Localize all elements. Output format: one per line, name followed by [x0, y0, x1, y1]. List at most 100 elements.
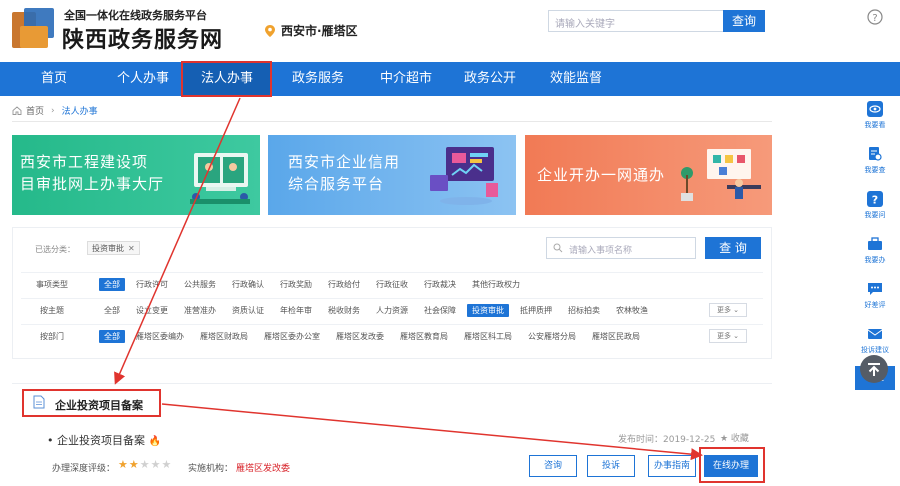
selected-category-tag[interactable]: 投资审批 ✕	[87, 241, 140, 255]
rating-stars: ★★★★★	[118, 458, 172, 471]
filter-option[interactable]: 抵押质押	[515, 304, 557, 317]
location-selector[interactable]: 西安市·雁塔区	[265, 22, 358, 39]
nav-gov-affairs[interactable]: 政务公开	[452, 62, 528, 96]
document-icon	[33, 395, 45, 409]
filter-option[interactable]: 雁塔区科工局	[459, 330, 517, 343]
banner-business-startup[interactable]: 企业开办一网通办	[525, 135, 772, 215]
breadcrumb: 首页 › 法人办事	[12, 104, 98, 117]
sidebar-query[interactable]: 我要查	[855, 146, 895, 186]
sidebar-label: 我要看	[864, 121, 886, 129]
item-search-button[interactable]: 查 询	[705, 237, 761, 259]
filter-option[interactable]: 行政裁决	[419, 278, 461, 291]
consult-button[interactable]: 咨询	[529, 455, 577, 477]
complaint-button[interactable]: 投诉	[587, 455, 635, 477]
site-search-input[interactable]: 请输入关键字	[548, 10, 724, 32]
filter-option[interactable]: 全部	[99, 330, 125, 343]
star-empty-icon: ★	[150, 458, 162, 471]
site-header: 全国一体化在线政务服务平台 陕西政务服务网 西安市·雁塔区 请输入关键字 查询 …	[0, 0, 900, 62]
hot-flame-icon: 🔥	[148, 436, 161, 447]
filter-option[interactable]: 全部	[99, 304, 125, 317]
more-dropdown[interactable]: 更多 ⌄	[709, 329, 747, 343]
sidebar-label: 我要问	[864, 211, 886, 219]
filter-option[interactable]: 农林牧渔	[611, 304, 653, 317]
nav-personal[interactable]: 个人办事	[105, 62, 181, 96]
location-pin-icon	[265, 24, 275, 37]
filter-option[interactable]: 投资审批	[467, 304, 509, 317]
comment-icon	[868, 283, 882, 295]
filter-option[interactable]: 公共服务	[179, 278, 221, 291]
back-to-top-button[interactable]	[860, 355, 888, 383]
filter-option[interactable]: 行政给付	[323, 278, 365, 291]
selected-tag-label: 投资审批	[92, 244, 124, 253]
star-empty-icon: ★	[139, 458, 151, 471]
office-illustration-icon	[681, 149, 761, 201]
remove-tag-icon[interactable]: ✕	[128, 244, 135, 253]
filter-option[interactable]: 人力资源	[371, 304, 413, 317]
filter-option[interactable]: 年检年审	[275, 304, 317, 317]
nav-home[interactable]: 首页	[18, 62, 90, 96]
filter-option[interactable]: 雁塔区财政局	[195, 330, 253, 343]
filter-option[interactable]: 全部	[99, 278, 125, 291]
nav-supervision[interactable]: 效能监督	[538, 62, 614, 96]
document-search-icon	[869, 147, 882, 161]
service-item-title[interactable]: • 企业投资项目备案 🔥	[47, 432, 161, 448]
filter-option[interactable]: 雁塔区委编办	[131, 330, 189, 343]
home-icon	[12, 106, 22, 115]
filter-option[interactable]: 招标拍卖	[563, 304, 605, 317]
sidebar-handle[interactable]: 我要办	[855, 236, 895, 276]
svg-text:?: ?	[872, 13, 877, 24]
sidebar-rating[interactable]: 好差评	[855, 281, 895, 321]
more-dropdown[interactable]: 更多 ⌄	[709, 303, 747, 317]
filter-option[interactable]: 行政确认	[227, 278, 269, 291]
filter-option[interactable]: 其他行政权力	[467, 278, 525, 291]
banner-credit-platform[interactable]: 西安市企业信用 综合服务平台	[268, 135, 516, 215]
org-value[interactable]: 雁塔区发改委	[236, 461, 290, 474]
filter-option[interactable]: 行政奖励	[275, 278, 317, 291]
briefcase-icon	[868, 237, 882, 250]
site-search-button[interactable]: 查询	[723, 10, 765, 32]
site-logo[interactable]	[12, 8, 56, 50]
filter-option[interactable]: 雁塔区民政局	[587, 330, 645, 343]
sidebar-label: 投诉建议	[861, 346, 889, 354]
location-label: 西安市·雁塔区	[281, 24, 358, 38]
filter-option[interactable]: 行政许可	[131, 278, 173, 291]
sidebar-label: 我要办	[864, 256, 886, 264]
help-icon[interactable]: ?	[867, 9, 883, 25]
banner-engineering-approval[interactable]: 西安市工程建设项 目审批网上办事大厅	[12, 135, 260, 215]
filter-option[interactable]: 公安雁塔分局	[523, 330, 581, 343]
main-nav: 首页 个人办事 法人办事 政务服务 中介超市 政务公开 效能监督	[0, 62, 900, 96]
banner-orange-text: 企业开办一网通办	[537, 166, 666, 184]
star-filled-icon: ★	[128, 458, 140, 471]
divider	[12, 121, 772, 122]
filter-options: 全部 设立变更 准营准办 资质认证 年检年审 税收财务 人力资源 社会保障 投资审批 抵押质押 招标…	[99, 304, 659, 317]
filter-row-type: 事项类型 全部 行政许可 公共服务 行政确认 行政奖励 行政给付 行政征收 行政裁决 其他行政权…	[21, 272, 763, 296]
filter-option[interactable]: 准营准办	[179, 304, 221, 317]
filter-option[interactable]: 行政征收	[371, 278, 413, 291]
favorite-button[interactable]: ★ 收藏	[720, 431, 749, 444]
service-guide-button[interactable]: 办事指南	[648, 455, 696, 477]
site-title[interactable]: 陕西政务服务网	[62, 22, 223, 54]
section-title: 企业投资项目备案	[55, 399, 143, 412]
nav-corporate[interactable]: 法人办事	[183, 62, 271, 96]
filter-option[interactable]: 雁塔区委办公室	[259, 330, 325, 343]
filter-option[interactable]: 雁塔区教育局	[395, 330, 453, 343]
filter-option[interactable]: 设立变更	[131, 304, 173, 317]
breadcrumb-home[interactable]: 首页	[26, 104, 44, 117]
sidebar-ask[interactable]: ? 我要问	[855, 191, 895, 231]
item-search-input[interactable]: 请输入事项名称	[546, 237, 696, 259]
sidebar-view[interactable]: 我要看	[855, 101, 895, 141]
filter-option[interactable]: 资质认证	[227, 304, 269, 317]
online-process-button[interactable]: 在线办理	[704, 455, 758, 477]
sidebar-label: 我要查	[864, 166, 886, 174]
filter-option[interactable]: 社会保障	[419, 304, 461, 317]
filter-option[interactable]: 雁塔区发改委	[331, 330, 389, 343]
arrow-up-icon	[868, 363, 880, 376]
filter-options: 全部 行政许可 公共服务 行政确认 行政奖励 行政给付 行政征收 行政裁决 其他行政权力	[99, 278, 531, 291]
mail-icon	[867, 329, 883, 339]
breadcrumb-separator: ›	[51, 105, 55, 116]
item-search-placeholder: 请输入事项名称	[569, 246, 633, 256]
filter-option[interactable]: 税收财务	[323, 304, 365, 317]
org-label: 实施机构：	[188, 464, 234, 474]
nav-gov-services[interactable]: 政务服务	[280, 62, 356, 96]
nav-agency-market[interactable]: 中介超市	[368, 62, 444, 96]
